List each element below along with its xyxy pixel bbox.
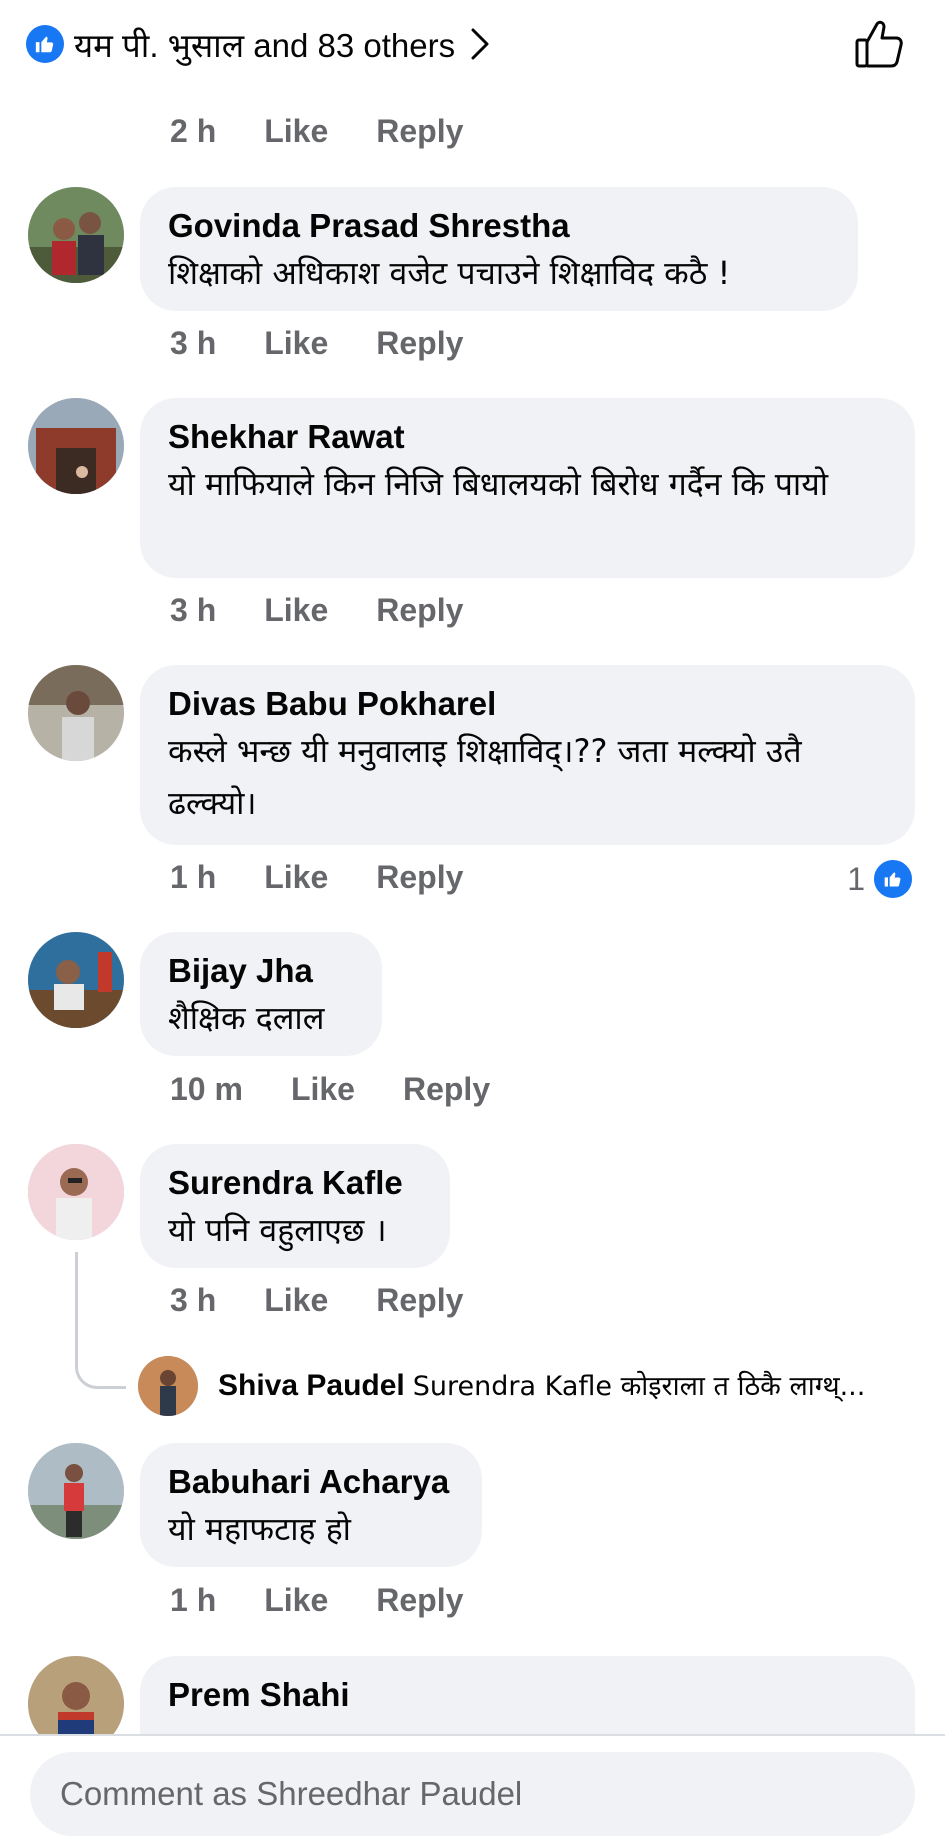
avatar[interactable] xyxy=(28,398,124,494)
comment-time: 2 h xyxy=(170,113,217,149)
comment-bubble[interactable]: Surendra Kafle यो पनि वहुलाएछ । xyxy=(140,1144,450,1268)
reply-author[interactable]: Shiva Paudel xyxy=(218,1369,405,1402)
reply-link[interactable]: Reply xyxy=(403,1071,490,1108)
like-link[interactable]: Like xyxy=(264,592,328,629)
avatar[interactable] xyxy=(28,187,124,283)
like-reaction-icon xyxy=(26,25,64,63)
comment-meta: 3 h Like Reply xyxy=(170,325,463,362)
comment-text: शैक्षिक दलाल xyxy=(168,999,325,1037)
comment-time: 1 h xyxy=(170,859,217,895)
comment-meta: 3 h Like Reply xyxy=(170,1282,463,1319)
like-outline-icon[interactable] xyxy=(853,18,905,70)
comment-bubble[interactable]: Shekhar Rawat यो माफियाले किन निजि बिधाल… xyxy=(140,398,915,578)
comment-meta: 1 h Like Reply xyxy=(170,1582,463,1619)
comment-bubble[interactable]: Govinda Prasad Shrestha शिक्षाको अधिकाश … xyxy=(140,187,858,311)
comment-input[interactable] xyxy=(30,1752,915,1836)
comment-meta: 10 m Like Reply xyxy=(170,1071,490,1108)
comment-composer xyxy=(0,1734,945,1836)
comment-meta: 2 h Like Reply xyxy=(170,113,463,150)
reactions-summary[interactable]: यम पी. भुसाल and 83 others xyxy=(26,20,491,68)
comment-text: यो महाफटाह हो xyxy=(168,1510,351,1548)
reply-link[interactable]: Reply xyxy=(376,1282,463,1319)
reply-link[interactable]: Reply xyxy=(376,325,463,362)
comment-bubble[interactable]: Babuhari Acharya यो महाफटाह हो xyxy=(140,1443,482,1567)
comment-text: शिक्षाको अधिकाश वजेट पचाउने शिक्षाविद कठ… xyxy=(168,254,731,292)
like-link[interactable]: Like xyxy=(264,1582,328,1619)
comment-author[interactable]: Shekhar Rawat xyxy=(168,416,887,458)
reaction-count-number: 1 xyxy=(847,860,865,897)
comment-author[interactable]: Divas Babu Pokharel xyxy=(168,683,887,725)
avatar[interactable] xyxy=(28,1443,124,1539)
comment-text: कस्ले भन्छ यी मनुवालाइ शिक्षाविद्।?? जता… xyxy=(168,732,802,822)
comment-text: यो पनि वहुलाएछ । xyxy=(168,1211,387,1249)
comment-author[interactable]: Bijay Jha xyxy=(168,950,354,992)
comment-author[interactable]: Babuhari Acharya xyxy=(168,1461,454,1503)
avatar[interactable] xyxy=(28,932,124,1028)
reply-link[interactable]: Reply xyxy=(376,113,463,150)
comment-time: 3 h xyxy=(170,325,217,361)
comment-author[interactable]: Govinda Prasad Shrestha xyxy=(168,205,830,247)
reactions-names: यम पी. भुसाल and 83 others xyxy=(74,26,456,64)
avatar[interactable] xyxy=(138,1356,198,1416)
like-link[interactable]: Like xyxy=(264,1282,328,1319)
comment-bubble[interactable]: Bijay Jha शैक्षिक दलाल xyxy=(140,932,382,1056)
comment-author[interactable]: Surendra Kafle xyxy=(168,1162,422,1204)
reply-link[interactable]: Reply xyxy=(376,859,463,896)
comment-time: 1 h xyxy=(170,1582,217,1618)
avatar[interactable] xyxy=(28,665,124,761)
like-link[interactable]: Like xyxy=(264,113,328,150)
comment-meta: 3 h Like Reply xyxy=(170,592,463,629)
like-reaction-icon xyxy=(871,857,915,901)
comment-bubble[interactable]: Divas Babu Pokharel कस्ले भन्छ यी मनुवाल… xyxy=(140,665,915,845)
comment-meta: 1 h Like Reply xyxy=(170,859,463,896)
reaction-count[interactable]: 1 xyxy=(847,857,915,901)
avatar[interactable] xyxy=(28,1144,124,1240)
like-link[interactable]: Like xyxy=(291,1071,355,1108)
reply-preview[interactable]: Shiva Paudel Surendra Kafle कोइराला त ठिक… xyxy=(218,1366,865,1403)
like-link[interactable]: Like xyxy=(264,325,328,362)
reply-thread-line xyxy=(75,1252,126,1389)
reply-link[interactable]: Reply xyxy=(376,592,463,629)
reply-text: Surendra Kafle कोइराला त ठिकै लाग्थ्... xyxy=(412,1371,866,1402)
comment-time: 10 m xyxy=(170,1071,243,1107)
like-link[interactable]: Like xyxy=(264,859,328,896)
chevron-right-icon xyxy=(471,28,489,60)
comment-text: यो माफियाले किन निजि बिधालयको बिरोध गर्द… xyxy=(168,465,829,503)
comment-author[interactable]: Prem Shahi xyxy=(168,1674,887,1716)
comment-time: 3 h xyxy=(170,1282,217,1318)
reply-link[interactable]: Reply xyxy=(376,1582,463,1619)
comment-time: 3 h xyxy=(170,592,217,628)
